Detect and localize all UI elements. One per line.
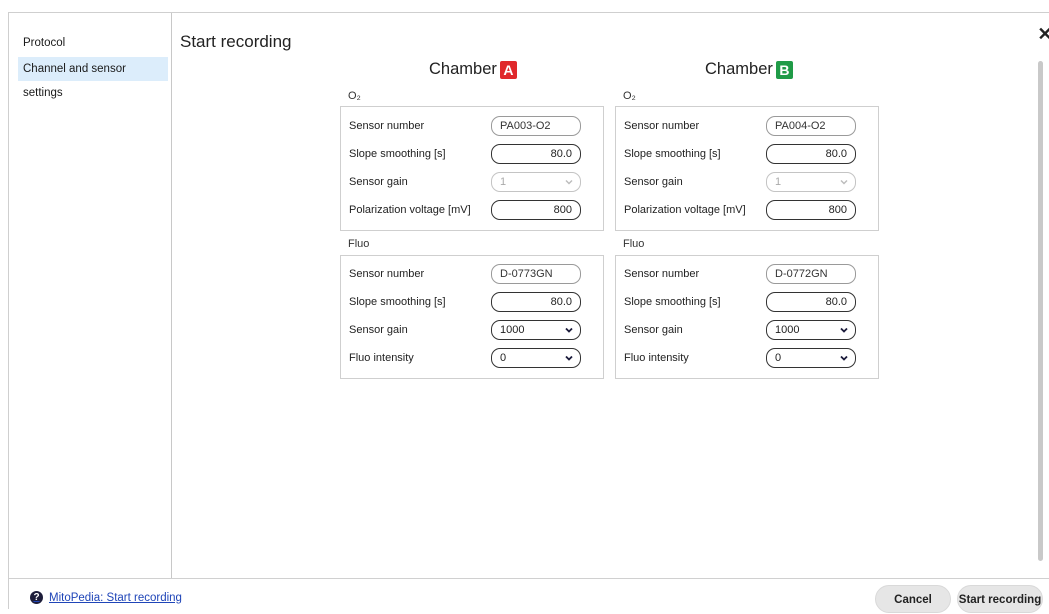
chamber-b-fluo-slope-row: Slope smoothing [s] 80.0 [624,292,874,314]
dialog-title: Start recording [180,32,292,51]
chamber-b-fluo-sensor-number-field: D-0772GN [766,264,856,284]
chevron-down-icon [565,180,573,185]
chamber-b-fluo-gain-row: Sensor gain 1000 [624,320,874,342]
chamber-a-badge: A [499,60,517,79]
chamber-a-o2-group: Sensor number PA003-O2 Slope smoothing [… [340,106,604,231]
chamber-a-o2-slope-row: Slope smoothing [s] 80.0 [349,144,599,166]
fluo-intensity-label: Fluo intensity [349,352,414,364]
fluo-intensity-value: 0 [775,352,782,364]
sensor-number-label: Sensor number [624,268,700,280]
chamber-a-fluo-intensity-select[interactable]: 0 [491,348,581,368]
chamber-a-o2-gain-row: Sensor gain 1 [349,172,599,194]
chamber-b-fluo-sensor-gain-select[interactable]: 1000 [766,320,856,340]
chamber-b-o2-label: O₂ [623,90,636,102]
polarization-voltage-label: Polarization voltage [mV] [624,204,746,216]
chamber-a-o2-label: O₂ [348,90,361,102]
mitopedia-help-link[interactable]: ? MitoPedia: Start recording [30,591,182,604]
chamber-b-fluo-label: Fluo [623,238,645,250]
chevron-down-icon [565,327,573,333]
chamber-b-o2-gain-row: Sensor gain 1 [624,172,874,194]
chamber-a-o2-sensor-number-row: Sensor number PA003-O2 [349,116,599,138]
chevron-down-icon [840,327,848,333]
slope-smoothing-label: Slope smoothing [s] [349,296,446,308]
sidebar-item-channel-and-sensor-settings[interactable]: Channel and sensor settings [18,57,168,99]
chamber-a-fluo-sensor-gain-select[interactable]: 1000 [491,320,581,340]
chamber-b-o2-slope-row: Slope smoothing [s] 80.0 [624,144,874,166]
chamber-a-fluo-slope-row: Slope smoothing [s] 80.0 [349,292,599,314]
sensor-gain-label: Sensor gain [349,324,408,336]
chamber-b-o2-polarization-input[interactable]: 800 [766,200,856,220]
chamber-b-o2-sensor-number-row: Sensor number PA004-O2 [624,116,874,138]
chamber-b-o2-slope-smoothing-input[interactable]: 80.0 [766,144,856,164]
chamber-a-o2-sensor-number-field: PA003-O2 [491,116,581,136]
chamber-b-fluo-sensor-number-row: Sensor number D-0772GN [624,264,874,286]
chamber-a-fluo-label: Fluo [348,238,370,250]
chamber-b-badge: B [775,60,793,79]
chamber-a-fluo-sensor-number-field: D-0773GN [491,264,581,284]
sensor-number-label: Sensor number [349,268,425,280]
chamber-a-o2-polarization-row: Polarization voltage [mV] 800 [349,200,599,222]
sensor-gain-value: 1000 [500,324,525,336]
sensor-gain-value: 1 [500,176,507,188]
chamber-b-o2-group: Sensor number PA004-O2 Slope smoothing [… [615,106,879,231]
window-top [0,0,1049,12]
chamber-a-fluo-group: Sensor number D-0773GN Slope smoothing [… [340,255,604,379]
footer-divider [9,578,1049,579]
sensor-gain-label: Sensor gain [624,176,683,188]
chamber-a-fluo-slope-smoothing-input[interactable]: 80.0 [491,292,581,312]
sensor-number-label: Sensor number [624,120,700,132]
chamber-b-o2-polarization-row: Polarization voltage [mV] 800 [624,200,874,222]
fluo-intensity-value: 0 [500,352,507,364]
chamber-b-fluo-intensity-row: Fluo intensity 0 [624,348,874,370]
sensor-gain-label: Sensor gain [624,324,683,336]
chamber-b-fluo-slope-smoothing-input[interactable]: 80.0 [766,292,856,312]
cancel-button[interactable]: Cancel [875,585,951,613]
sensor-gain-label: Sensor gain [349,176,408,188]
slope-smoothing-label: Slope smoothing [s] [624,148,721,160]
polarization-voltage-label: Polarization voltage [mV] [349,204,471,216]
chamber-a-o2-polarization-input[interactable]: 800 [491,200,581,220]
chamber-b-header: Chamber B [705,60,793,79]
chevron-down-icon [840,180,848,185]
sidebar-item-protocol[interactable]: Protocol [18,31,168,55]
help-link-text: MitoPedia: Start recording [49,591,182,604]
start-recording-dialog: Protocol Channel and sensor settings Sta… [8,12,1049,613]
chamber-b-o2-sensor-number-field: PA004-O2 [766,116,856,136]
sensor-gain-value: 1 [775,176,782,188]
close-icon[interactable]: ✕ [1036,25,1049,43]
vertical-scrollbar[interactable] [1038,61,1043,561]
chamber-b-label: Chamber [705,60,773,78]
chamber-a-o2-sensor-gain-select: 1 [491,172,581,192]
chamber-b-o2-sensor-gain-select: 1 [766,172,856,192]
chamber-b-fluo-intensity-select[interactable]: 0 [766,348,856,368]
chevron-down-icon [565,355,573,361]
start-recording-button[interactable]: Start recording [957,585,1043,613]
sensor-number-label: Sensor number [349,120,425,132]
chamber-b-fluo-group: Sensor number D-0772GN Slope smoothing [… [615,255,879,379]
chamber-a-fluo-gain-row: Sensor gain 1000 [349,320,599,342]
chamber-a-label: Chamber [429,60,497,78]
chamber-a-fluo-sensor-number-row: Sensor number D-0773GN [349,264,599,286]
chamber-a-fluo-intensity-row: Fluo intensity 0 [349,348,599,370]
chamber-a-header: Chamber A [429,60,517,79]
sensor-gain-value: 1000 [775,324,800,336]
sidebar: Protocol Channel and sensor settings [9,13,172,578]
chamber-a-o2-slope-smoothing-input[interactable]: 80.0 [491,144,581,164]
fluo-intensity-label: Fluo intensity [624,352,689,364]
slope-smoothing-label: Slope smoothing [s] [624,296,721,308]
help-icon: ? [30,591,43,604]
slope-smoothing-label: Slope smoothing [s] [349,148,446,160]
chevron-down-icon [840,355,848,361]
